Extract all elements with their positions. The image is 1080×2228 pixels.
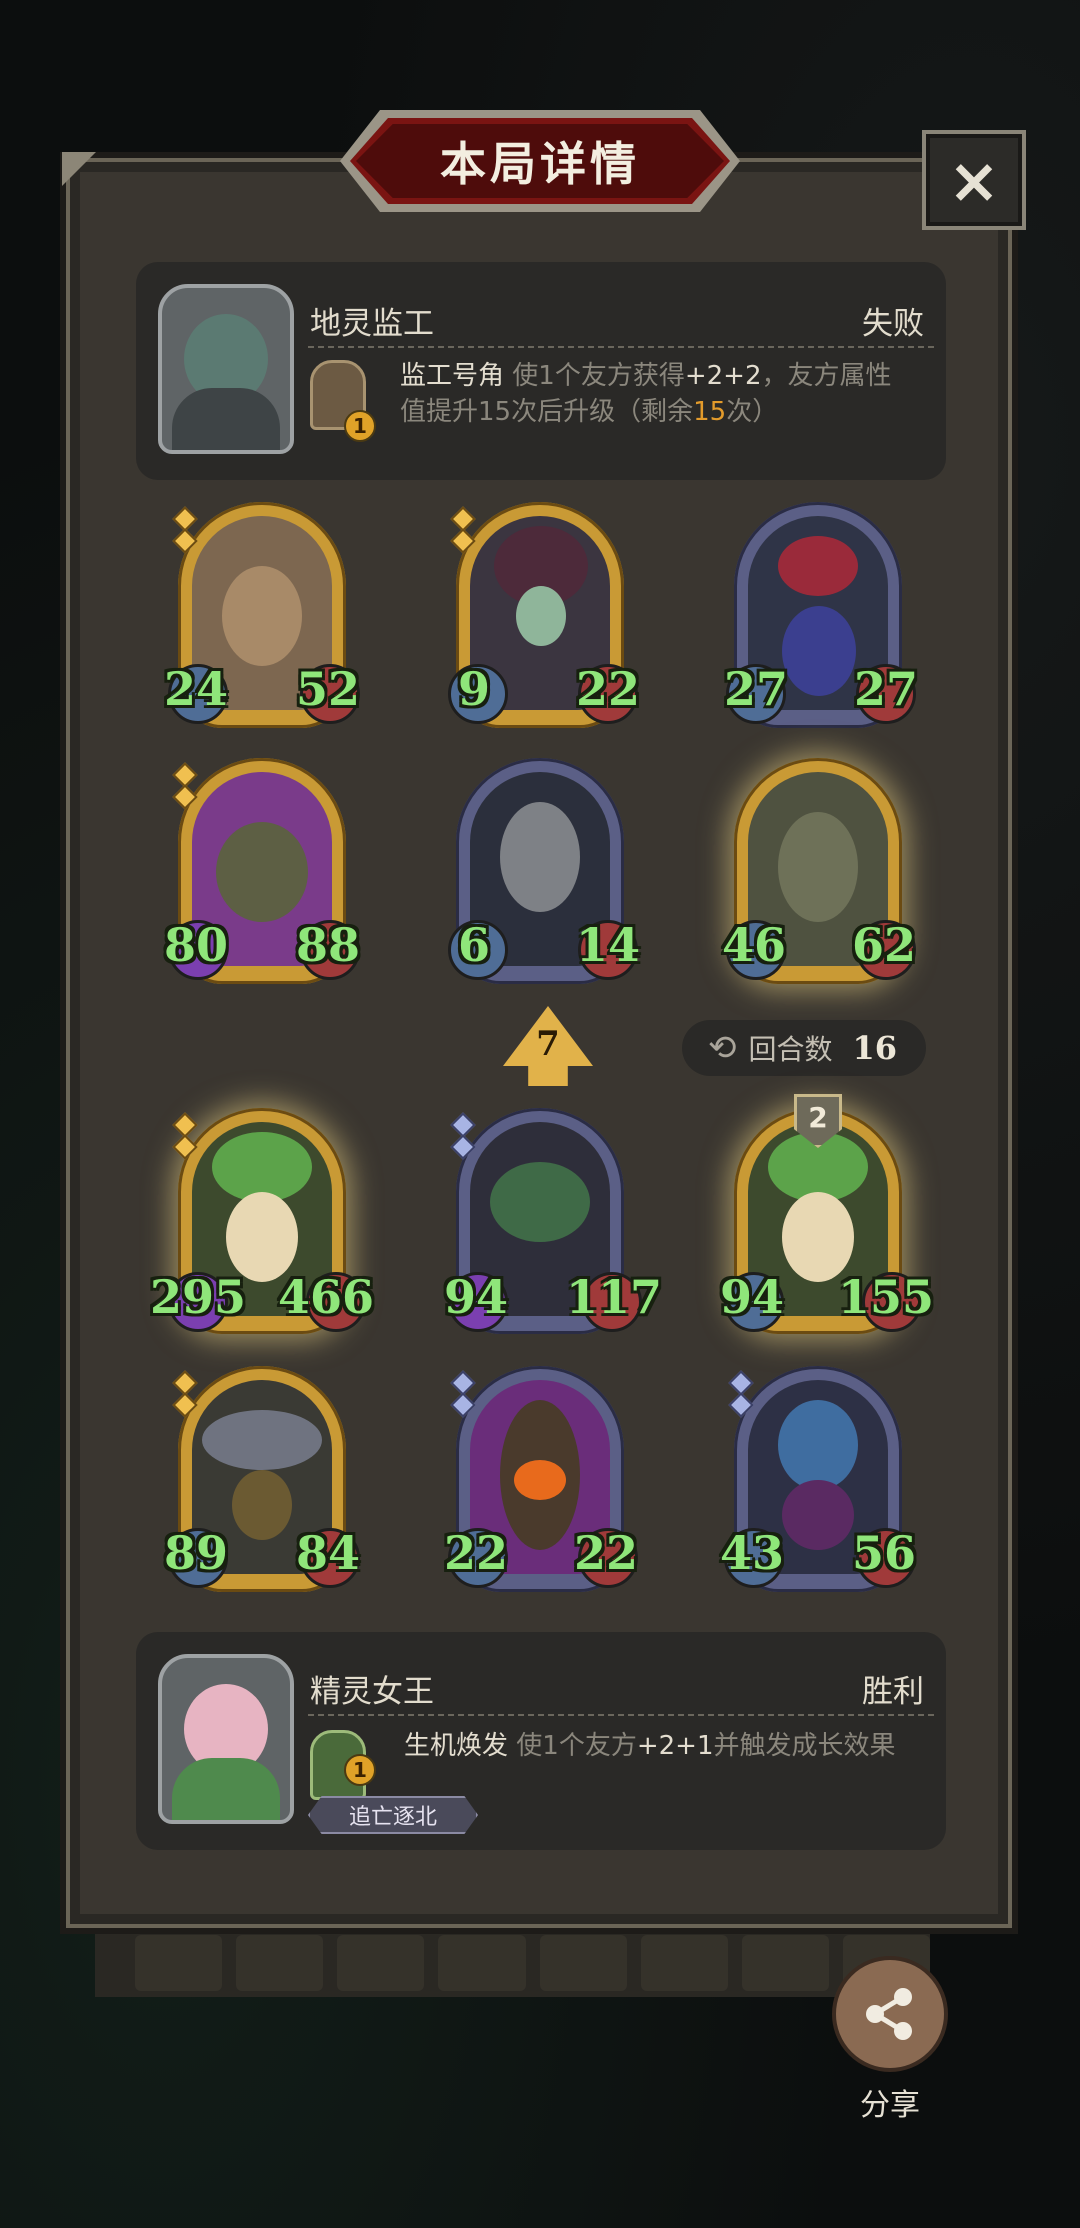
opponent-skill-desc: 监工号角 使1个友方获得+2+2，友方属性 值提升15次后升级（剩余15次）	[400, 361, 892, 427]
unit-health: 88	[296, 918, 361, 972]
opponent-portrait	[158, 284, 294, 454]
unit-attack: 94	[444, 1270, 509, 1324]
player-name: 精灵女王	[310, 1674, 434, 1710]
round-label: 回合数	[748, 1033, 833, 1066]
unit-health: 466	[278, 1270, 375, 1324]
close-icon: ×	[948, 143, 1000, 217]
page-title: 本局详情	[440, 137, 640, 191]
divider	[308, 1714, 934, 1716]
unit-attack: 80	[164, 918, 229, 972]
background-lineup-strip	[95, 1925, 930, 1997]
title-plaque: 本局详情	[350, 118, 730, 204]
unit-attack: 46	[722, 918, 787, 972]
player-tag: 追亡逐北	[308, 1796, 478, 1834]
unit-attack: 43	[720, 1526, 785, 1580]
opponent-info: 地灵监工 失败 1 监工号角 使1个友方获得+2+2，友方属性 值提升15次后升…	[136, 262, 946, 480]
player-result: 胜利	[862, 1674, 924, 1710]
unit-attack: 94	[720, 1270, 785, 1324]
unit-attack: 27	[724, 662, 789, 716]
unit-health: 27	[854, 662, 919, 716]
unit-attack: 295	[150, 1270, 247, 1324]
unit-attack: 6	[458, 918, 491, 972]
round-counter: ⟲ 回合数 16	[682, 1020, 926, 1076]
unit-attack: 24	[164, 662, 229, 716]
unit-health: 52	[296, 662, 361, 716]
player-portrait	[158, 1654, 294, 1824]
share-icon	[866, 1988, 912, 2040]
unit-health: 14	[576, 918, 641, 972]
share-button[interactable]	[832, 1956, 948, 2072]
player-info: 精灵女王 胜利 1 生机焕发 使1个友方+2+1并触发成长效果 追亡逐北	[136, 1632, 946, 1850]
turn-marker-value: 7	[536, 1024, 560, 1064]
unit-health: 56	[852, 1526, 917, 1580]
player-skill-name: 生机焕发	[404, 1731, 509, 1761]
round-value: 16	[852, 1029, 898, 1067]
unit-health: 117	[566, 1270, 663, 1324]
unit-health: 155	[838, 1270, 935, 1324]
divider	[308, 346, 934, 348]
opponent-result: 失败	[862, 306, 924, 342]
player-skill-desc: 生机焕发 使1个友方+2+1并触发成长效果	[404, 1731, 896, 1761]
unit-health: 62	[852, 918, 917, 972]
unit-attack: 89	[164, 1526, 229, 1580]
unit-attack: 9	[458, 662, 491, 716]
unit-health: 22	[576, 662, 641, 716]
unit-health: 22	[574, 1526, 639, 1580]
unit-attack: 22	[444, 1526, 509, 1580]
close-button[interactable]: ×	[922, 130, 1026, 230]
skill-level-badge: 1	[344, 410, 376, 442]
skill-level-badge: 1	[344, 1754, 376, 1786]
unit-health: 84	[296, 1526, 361, 1580]
opponent-skill-name: 监工号角	[400, 361, 505, 391]
opponent-name: 地灵监工	[310, 306, 434, 342]
share-label: 分享	[860, 2088, 920, 2123]
repeat-icon: ⟲	[708, 1028, 737, 1068]
